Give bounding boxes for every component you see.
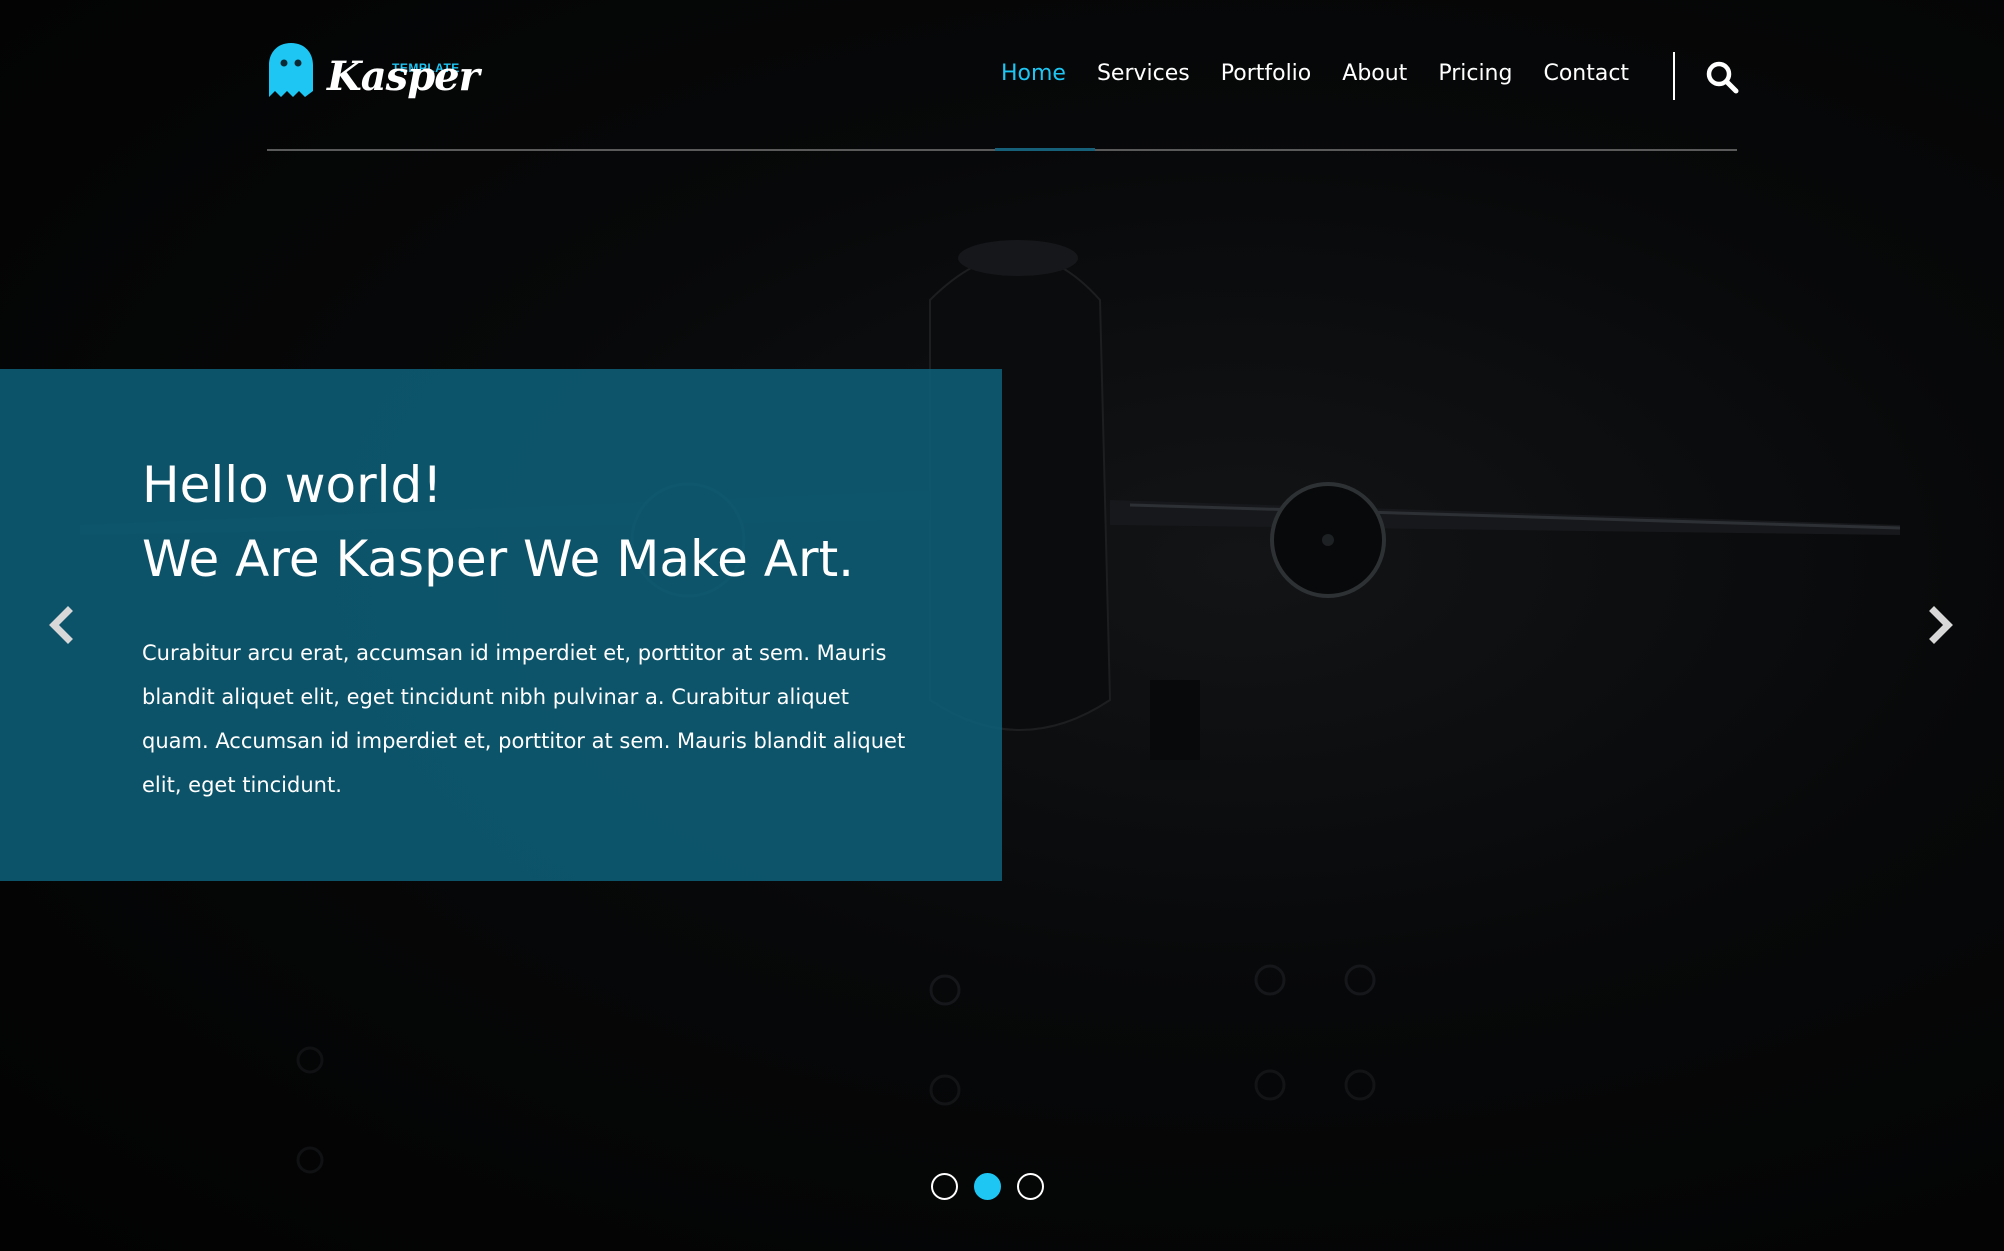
nav-item-home[interactable]: Home (1001, 61, 1066, 86)
site-header: TEMPLATE Kasper Home Services Portfolio … (267, 36, 1739, 152)
nav-item-pricing[interactable]: Pricing (1438, 61, 1512, 86)
nav-item-portfolio[interactable]: Portfolio (1221, 61, 1312, 86)
nav-item-about[interactable]: About (1342, 61, 1407, 86)
nav-divider (1673, 52, 1675, 100)
chevron-right-icon[interactable] (1924, 605, 1958, 645)
nav-item-services[interactable]: Services (1097, 61, 1190, 86)
slide-bullet-2[interactable] (974, 1173, 1001, 1200)
slide-bullet-1[interactable] (931, 1173, 958, 1200)
search-icon[interactable] (1705, 60, 1739, 94)
ghost-icon (269, 43, 313, 97)
main-nav: Home Services Portfolio About Pricing Co… (1001, 61, 1660, 86)
slide-content-box: Hello world! We Are Kasper We Make Art. … (0, 369, 1002, 881)
chevron-left-icon[interactable] (44, 605, 78, 645)
nav-item-contact[interactable]: Contact (1543, 61, 1629, 86)
active-nav-indicator (995, 148, 1095, 151)
slider-bullets (931, 1173, 1044, 1200)
slide-heading-line2: We Are Kasper We Make Art. (142, 530, 855, 588)
slide-bullet-3[interactable] (1017, 1173, 1044, 1200)
hero-section: TEMPLATE Kasper Home Services Portfolio … (0, 0, 2004, 1251)
slide-heading-line1: Hello world! (142, 456, 443, 514)
slide-paragraph: Curabitur arcu erat, accumsan id imperdi… (142, 641, 906, 797)
logo[interactable]: TEMPLATE Kasper (267, 41, 487, 111)
logo-wordmark: Kasper (327, 53, 480, 100)
